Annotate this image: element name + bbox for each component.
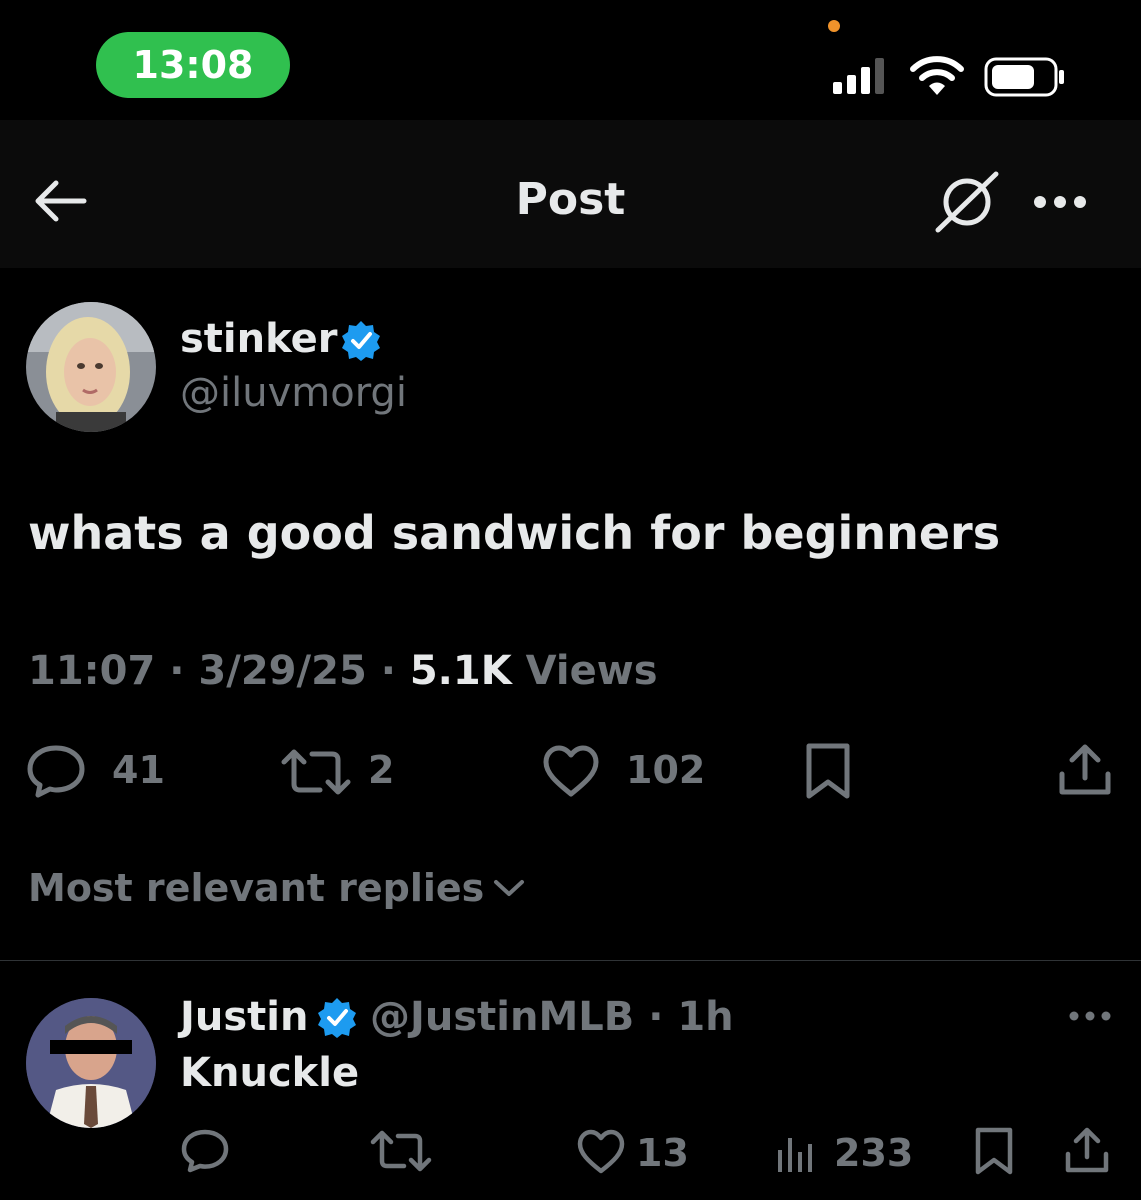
reply-more-options-icon[interactable] [1068,1008,1112,1024]
status-time: 13:08 [96,32,290,98]
verified-badge-icon [340,319,382,361]
author-handle[interactable]: @iluvmorgi [180,370,407,416]
reply-author-avatar[interactable] [26,998,156,1128]
like-count: 102 [626,748,706,792]
post-time: 11:07 [28,648,156,694]
reply-author-name[interactable]: Justin [180,994,308,1040]
reply-bookmark-icon[interactable] [974,1126,1014,1176]
replies-sort-label: Most relevant replies [28,866,485,910]
post-date: 3/29/25 [198,648,367,694]
reply-age: 1h [677,994,734,1040]
reply-author-handle[interactable]: @JustinMLB [370,994,634,1040]
post-text: whats a good sandwich for beginners [28,506,1001,560]
reply-share-icon[interactable] [1064,1126,1110,1174]
views-label[interactable]: Views [526,648,658,694]
post-meta: 11:07 · 3/29/25 · 5.1K Views [28,648,658,694]
author-avatar[interactable] [26,302,156,432]
reply-meta: @JustinMLB · 1h [370,994,734,1040]
reply-repost-icon[interactable] [370,1130,432,1172]
author-name[interactable]: stinker [180,316,338,362]
reply-like-heart-icon[interactable] [576,1128,626,1174]
views-bar-chart-icon[interactable] [776,1132,820,1172]
reply-reply-icon[interactable] [180,1128,230,1174]
views-count: 5.1K [409,648,512,694]
grok-icon[interactable] [934,170,1000,234]
reply-count: 41 [112,748,165,792]
divider [0,960,1141,961]
reply-views-count: 233 [834,1131,914,1175]
cellular-signal-icon [833,58,891,94]
like-heart-icon[interactable] [542,744,600,798]
more-options-icon[interactable] [1032,192,1088,212]
share-icon[interactable] [1058,742,1112,798]
repost-count: 2 [368,748,395,792]
reply-like-count: 13 [636,1131,689,1175]
chevron-down-icon [492,877,526,899]
battery-icon [984,57,1066,97]
reply-text: Knuckle [180,1050,360,1096]
replies-sort-dropdown[interactable]: Most relevant replies [28,866,526,910]
bookmark-icon[interactable] [804,742,852,800]
reply-icon[interactable] [26,744,86,798]
reply-verified-badge-icon [316,996,358,1038]
repost-icon[interactable] [280,748,352,796]
privacy-indicator-dot [828,20,840,32]
wifi-icon [910,55,964,97]
